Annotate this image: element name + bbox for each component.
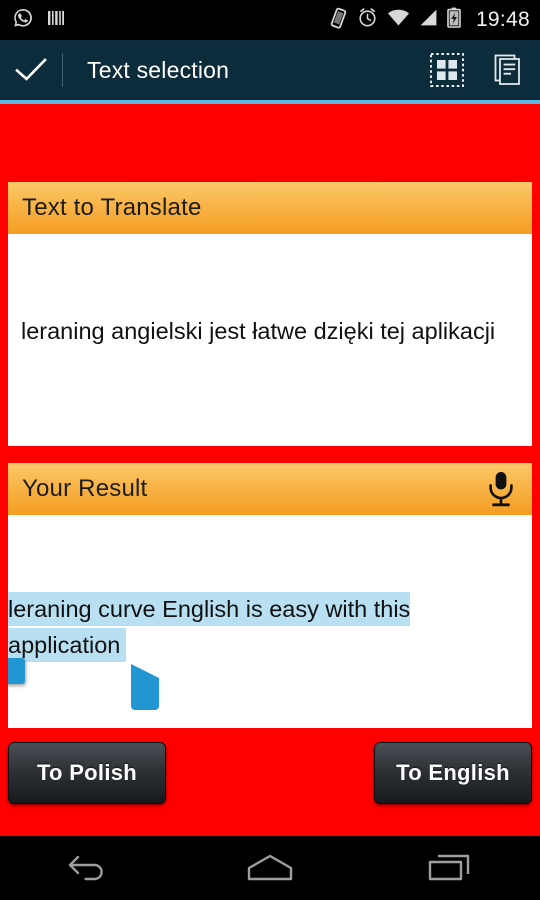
copy-button[interactable] [478, 40, 540, 100]
copy-icon [494, 54, 520, 85]
select-all-icon [430, 53, 464, 87]
text-to-translate-header: Text to Translate [8, 182, 532, 234]
your-result-body[interactable]: leraning curve English is easy with this… [8, 515, 532, 728]
to-english-label: To English [396, 760, 510, 785]
signal-icon [419, 8, 438, 32]
barcode-icon [46, 8, 66, 33]
text-to-translate-body[interactable]: leraning angielski jest łatwe dzięki tej… [8, 234, 532, 446]
action-bar: Text selection [0, 40, 540, 100]
microphone-icon [489, 472, 513, 507]
select-all-button[interactable] [416, 40, 478, 100]
result-text[interactable]: leraning curve English is easy with this… [8, 591, 532, 663]
battery-charging-icon [447, 7, 461, 33]
your-result-card: Your Result leraning curve English is ea… [8, 463, 532, 728]
back-icon [68, 855, 103, 881]
your-result-title: Your Result [22, 475, 148, 502]
action-bar-divider [62, 53, 63, 87]
status-bar-left-icons [12, 7, 66, 34]
phone-screen: 19:48 Text selection Text to Translate l… [0, 0, 540, 900]
selection-handle-end[interactable] [129, 662, 163, 710]
navigation-bar [0, 836, 540, 900]
whatsapp-icon [12, 7, 34, 34]
to-polish-label: To Polish [36, 760, 138, 785]
recents-icon [428, 854, 470, 881]
source-text[interactable]: leraning angielski jest łatwe dzięki tej… [21, 316, 532, 346]
result-text-line-2[interactable]: application [8, 628, 127, 662]
vibrate-icon [328, 7, 348, 34]
home-icon [247, 854, 293, 881]
nav-recents-button[interactable] [360, 836, 540, 900]
result-text-line-1[interactable]: leraning curve English is easy with this [8, 592, 411, 626]
action-bar-actions [416, 40, 540, 100]
text-to-translate-card: Text to Translate leraning angielski jes… [8, 182, 532, 446]
nav-back-button[interactable] [0, 836, 180, 900]
nav-home-button[interactable] [180, 836, 360, 900]
confirm-selection-button[interactable] [0, 56, 62, 84]
alarm-icon [357, 7, 378, 33]
to-polish-button[interactable]: To Polish [8, 742, 166, 804]
selection-handle-start[interactable] [8, 658, 25, 684]
status-bar-right-icons: 19:48 [328, 7, 530, 34]
action-bar-accent-line [0, 100, 540, 104]
check-icon [15, 58, 47, 81]
action-bar-title: Text selection [87, 56, 230, 83]
status-bar: 19:48 [0, 0, 540, 40]
speak-result-button[interactable] [484, 470, 518, 508]
to-english-button[interactable]: To English [374, 742, 532, 804]
status-bar-clock: 19:48 [475, 8, 530, 31]
text-to-translate-title: Text to Translate [22, 194, 202, 221]
your-result-header: Your Result [8, 463, 532, 515]
wifi-icon [387, 8, 410, 32]
